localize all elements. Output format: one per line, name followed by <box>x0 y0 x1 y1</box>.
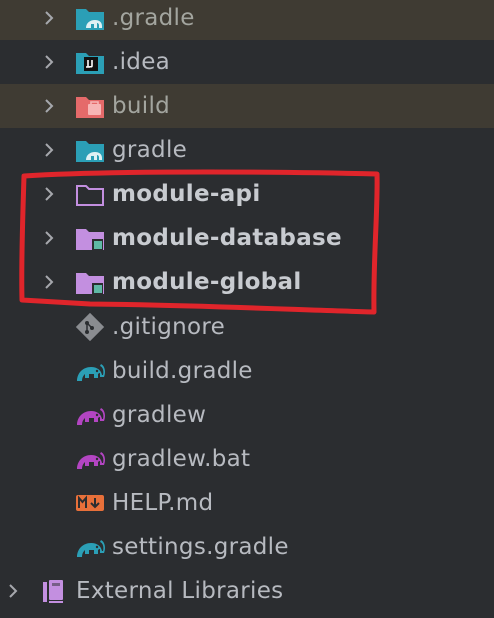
tree-item-gradle[interactable]: gradle <box>0 128 494 172</box>
gradle-folder-icon <box>76 9 104 30</box>
tree-item-gradlew[interactable]: gradlew <box>0 393 494 437</box>
gradle-elephant-icon <box>77 364 105 381</box>
chevron-right-icon[interactable] <box>42 231 56 245</box>
chevron-right-icon[interactable] <box>42 143 56 157</box>
tree-item-dot-idea[interactable]: .idea <box>0 40 494 84</box>
tree-item-label: .gradle <box>112 5 195 31</box>
chevron-right-icon[interactable] <box>6 584 20 598</box>
tree-item-label: build <box>112 93 171 119</box>
gradle-folder-icon <box>76 141 104 162</box>
tree-item-gradlew-bat[interactable]: gradlew.bat <box>0 437 494 481</box>
chevron-right-icon[interactable] <box>42 11 56 25</box>
gradle-elephant-purple-icon <box>77 452 105 469</box>
idea-folder-icon <box>76 53 104 74</box>
tree-item-build-gradle[interactable]: build.gradle <box>0 349 494 393</box>
chevron-right-icon[interactable] <box>42 275 56 289</box>
build-folder-icon <box>76 97 104 118</box>
tree-item-label: settings.gradle <box>112 534 289 560</box>
tree-item-label: External Libraries <box>76 578 284 604</box>
tree-item-label: gradle <box>112 137 188 163</box>
tree-item-label: gradlew <box>112 402 207 428</box>
gradle-elephant-icon <box>77 540 105 557</box>
tree-item-build[interactable]: build <box>0 84 494 128</box>
chevron-right-icon[interactable] <box>42 99 56 113</box>
chevron-right-icon[interactable] <box>42 55 56 69</box>
tree-item-module-database[interactable]: module-database <box>0 216 494 260</box>
chevron-right-icon[interactable] <box>42 187 56 201</box>
markdown-icon <box>76 495 104 511</box>
tree-item-external-libraries[interactable]: External Libraries <box>0 569 494 613</box>
tree-item-label: HELP.md <box>112 490 214 516</box>
tree-item-module-api[interactable]: module-api <box>0 172 494 216</box>
tree-item-help-md[interactable]: HELP.md <box>0 481 494 525</box>
tree-item-label: build.gradle <box>112 358 253 384</box>
module-folder-icon <box>76 229 104 250</box>
tree-item-label: .idea <box>112 49 171 75</box>
tree-item-module-global[interactable]: module-global <box>0 260 494 304</box>
tree-item-label: gradlew.bat <box>112 446 251 472</box>
tree-item-gitignore[interactable]: .gitignore <box>0 305 494 349</box>
module-folder-icon <box>76 273 104 294</box>
tree-item-settings-gradle[interactable]: settings.gradle <box>0 525 494 569</box>
tree-item-dot-gradle[interactable]: .gradle <box>0 0 494 40</box>
tree-item-label: module-database <box>112 225 342 251</box>
tree-item-label: module-global <box>112 269 302 295</box>
tree-item-label: .gitignore <box>112 314 226 340</box>
folder-outline-icon <box>76 185 104 206</box>
tree-item-label: module-api <box>112 181 261 207</box>
library-icon <box>43 580 63 603</box>
git-icon <box>75 313 105 341</box>
gradle-elephant-purple-icon <box>77 408 105 425</box>
